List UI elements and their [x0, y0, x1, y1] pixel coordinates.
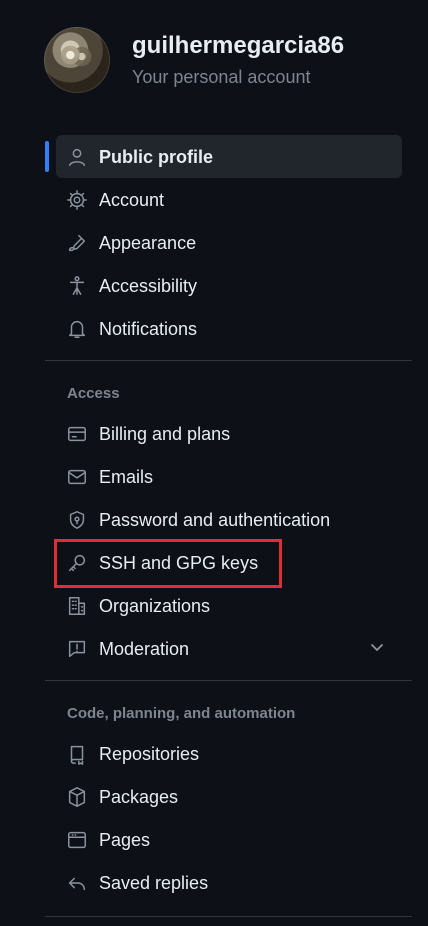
organization-icon	[65, 594, 89, 618]
sidebar-item-moderation[interactable]: Moderation	[45, 627, 412, 670]
sidebar-item-account[interactable]: Account	[45, 178, 412, 221]
sidebar-item-pages[interactable]: Pages	[45, 818, 412, 861]
paintbrush-icon	[65, 231, 89, 255]
sidebar-item-appearance[interactable]: Appearance	[45, 221, 412, 264]
sidebar-item-label: Packages	[99, 786, 179, 807]
sidebar-item-saved-replies[interactable]: Saved replies	[45, 861, 412, 904]
sidebar-item-label: Appearance	[99, 232, 197, 253]
sidebar-item-public-profile[interactable]: Public profile	[45, 135, 402, 178]
avatar[interactable]	[44, 27, 110, 93]
sidebar-item-label: Billing and plans	[99, 423, 231, 444]
sidebar-item-billing[interactable]: Billing and plans	[45, 412, 412, 455]
sidebar-item-label: Emails	[99, 466, 154, 487]
shield-lock-icon	[65, 508, 89, 532]
accessibility-icon	[65, 274, 89, 298]
person-icon	[65, 145, 89, 169]
chevron-down-icon[interactable]	[367, 638, 387, 658]
sidebar-item-label: Public profile	[99, 146, 214, 167]
sidebar-item-packages[interactable]: Packages	[45, 775, 412, 818]
repo-icon	[65, 742, 89, 766]
sidebar-item-label: SSH and GPG keys	[99, 552, 259, 573]
report-icon	[65, 637, 89, 661]
sidebar-item-organizations[interactable]: Organizations	[45, 584, 412, 627]
sidebar-item-label: Accessibility	[99, 275, 198, 296]
section-divider	[45, 360, 412, 361]
sidebar-item-label: Account	[99, 189, 165, 210]
sidebar-item-label: Password and authentication	[99, 509, 331, 530]
key-icon	[65, 551, 89, 575]
settings-sidebar: Public profile Account Appearance Access…	[45, 135, 412, 904]
sidebar-item-label: Notifications	[99, 318, 198, 339]
sidebar-item-emails[interactable]: Emails	[45, 455, 412, 498]
section-heading-access: Access	[67, 384, 120, 402]
account-type: Your personal account	[132, 67, 311, 87]
section-divider	[45, 680, 412, 681]
sidebar-item-password-authentication[interactable]: Password and authentication	[45, 498, 412, 541]
sidebar-item-ssh-gpg-keys[interactable]: SSH and GPG keys	[45, 541, 412, 584]
gear-icon	[65, 188, 89, 212]
sidebar-item-notifications[interactable]: Notifications	[45, 307, 412, 350]
bell-icon	[65, 317, 89, 341]
package-icon	[65, 785, 89, 809]
account-header: guilhermegarcia86 Your personal account	[44, 25, 414, 95]
sidebar-item-label: Organizations	[99, 595, 211, 616]
mail-icon	[65, 465, 89, 489]
active-item-marker	[45, 141, 49, 172]
sidebar-item-label: Pages	[99, 829, 151, 850]
sidebar-item-label: Repositories	[99, 743, 200, 764]
username[interactable]: guilhermegarcia86	[132, 31, 344, 61]
browser-icon	[65, 828, 89, 852]
bottom-divider	[45, 916, 412, 917]
credit-card-icon	[65, 422, 89, 446]
sidebar-item-label: Saved replies	[99, 872, 209, 893]
sidebar-item-accessibility[interactable]: Accessibility	[45, 264, 412, 307]
sidebar-item-repositories[interactable]: Repositories	[45, 732, 412, 775]
reply-icon	[65, 871, 89, 895]
sidebar-item-label: Moderation	[99, 638, 190, 659]
section-heading-code-planning-automation: Code, planning, and automation	[67, 704, 296, 722]
